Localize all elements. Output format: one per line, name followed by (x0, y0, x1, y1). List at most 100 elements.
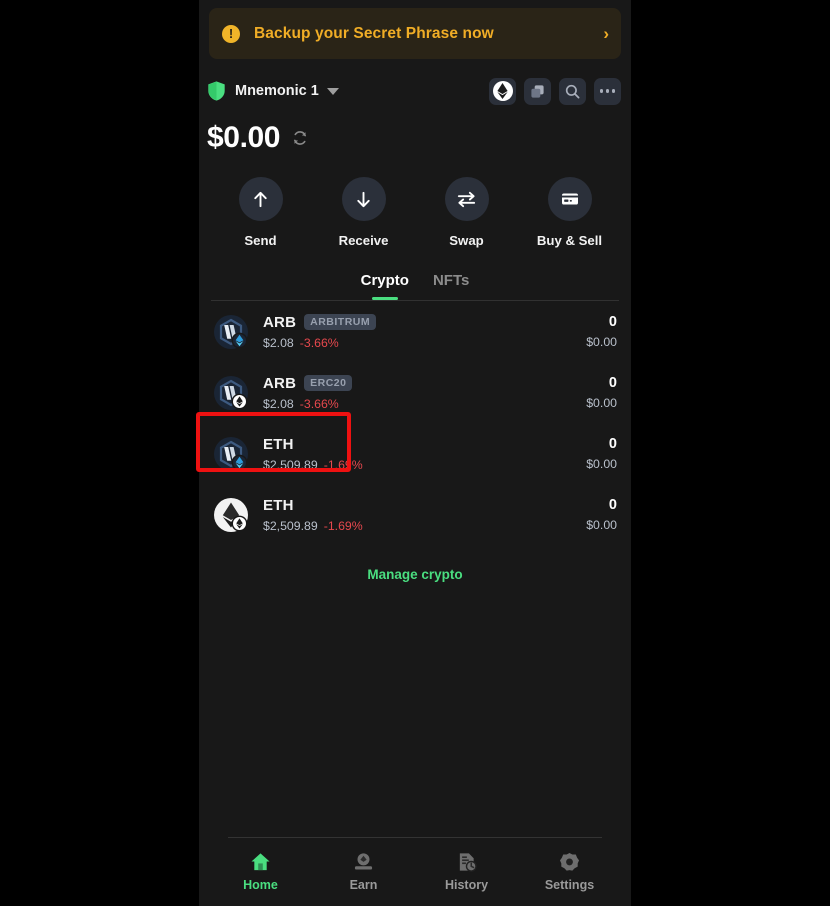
token-amount: 0 (608, 375, 617, 391)
token-amount: 0 (608, 314, 617, 330)
send-button[interactable]: Send (209, 177, 312, 248)
token-balance: 0 $0.00 (586, 497, 621, 532)
token-network-chip: ERC20 (304, 375, 353, 391)
refresh-icon[interactable] (292, 130, 308, 146)
token-title-line: ARB ERC20 (263, 375, 586, 392)
token-fiat-value: $0.00 (586, 396, 617, 410)
token-info: ARB ERC20 $2.08 -3.66% (263, 375, 586, 411)
buy-sell-icon-circle (547, 177, 592, 221)
receive-label: Receive (338, 233, 389, 248)
token-info: ETH $2,509.89 -1.69% (263, 497, 586, 533)
receive-icon-circle (341, 177, 386, 221)
receive-button[interactable]: Receive (312, 177, 415, 248)
quick-actions: Send Receive Swap Buy & Sell (199, 177, 631, 248)
arrow-up-icon (254, 191, 267, 207)
token-balance: 0 $0.00 (586, 375, 621, 410)
alert-icon: ! (222, 24, 240, 43)
bottom-navigation: Home Earn History Settings (199, 838, 631, 906)
copy-address-button[interactable] (524, 77, 551, 105)
token-change: -1.69% (323, 457, 363, 472)
swap-label: Swap (449, 233, 484, 248)
tab-crypto[interactable]: Crypto (361, 272, 409, 300)
token-price: $2,509.89 (263, 518, 318, 533)
swap-button[interactable]: Swap (415, 177, 518, 248)
nav-item-home[interactable]: Home (209, 852, 312, 892)
chevron-down-icon[interactable] (326, 87, 339, 95)
token-change: -1.69% (323, 518, 363, 533)
token-symbol: ETH (263, 496, 294, 514)
screenshot-root: ! Backup your Secret Phrase now › Mnemon… (0, 0, 830, 906)
token-list: ARB ARBITRUM $2.08 -3.66% 0 $0.00 ARB ER… (199, 301, 631, 545)
token-change: -3.66% (299, 335, 339, 350)
token-fiat-value: $0.00 (586, 457, 617, 471)
token-amount: 0 (608, 497, 617, 513)
nav-label-settings: Settings (544, 878, 595, 892)
total-balance: $0.00 (207, 121, 281, 154)
search-icon (565, 84, 580, 98)
token-change: -3.66% (299, 396, 339, 411)
nav-label-home: Home (243, 878, 278, 892)
token-network-chip: ARBITRUM (304, 314, 377, 330)
nav-item-history[interactable]: History (415, 852, 518, 892)
token-price: $2.08 (263, 335, 294, 350)
search-button[interactable] (559, 77, 586, 105)
token-title-line: ARB ARBITRUM (263, 314, 586, 331)
token-price: $2,509.89 (263, 457, 318, 472)
tab-nfts[interactable]: NFTs (433, 272, 469, 300)
ethereum-network-button[interactable] (489, 77, 516, 105)
token-info: ARB ARBITRUM $2.08 -3.66% (263, 314, 586, 350)
nav-item-earn[interactable]: Earn (312, 852, 415, 892)
earn-icon (354, 853, 373, 870)
token-row-eth-arbitrum[interactable]: ETH $2,509.89 -1.69% 0 $0.00 (209, 423, 621, 484)
backup-secret-phrase-banner[interactable]: ! Backup your Secret Phrase now › (209, 8, 621, 59)
token-row-arb-erc20[interactable]: ARB ERC20 $2.08 -3.66% 0 $0.00 (209, 362, 621, 423)
nav-label-history: History (444, 878, 489, 892)
more-dots-icon (599, 89, 616, 93)
copy-icon (531, 84, 544, 98)
token-balance: 0 $0.00 (586, 436, 621, 471)
chevron-right-icon: › (603, 23, 609, 43)
token-balance: 0 $0.00 (586, 314, 621, 349)
arbitrum-token-icon (214, 375, 248, 410)
token-info: ETH $2,509.89 -1.69% (263, 436, 586, 472)
buy-sell-label: Buy & Sell (536, 233, 603, 248)
banner-text: Backup your Secret Phrase now (254, 24, 494, 42)
wallet-app-viewport: ! Backup your Secret Phrase now › Mnemon… (199, 0, 631, 906)
token-amount: 0 (608, 436, 617, 452)
token-price-line: $2,509.89 -1.69% (263, 519, 586, 533)
token-title-line: ETH (263, 497, 586, 514)
swap-arrows-icon (457, 191, 476, 207)
ethereum-token-icon (214, 497, 248, 532)
token-price-line: $2.08 -3.66% (263, 336, 586, 350)
more-options-button[interactable] (594, 77, 621, 105)
buy-sell-button[interactable]: Buy & Sell (518, 177, 621, 248)
token-fiat-value: $0.00 (586, 335, 617, 349)
history-icon (459, 853, 477, 872)
manage-crypto-link[interactable]: Manage crypto (199, 567, 631, 582)
arbitrum-token-icon (214, 436, 248, 471)
token-title-line: ETH (263, 436, 586, 453)
account-name[interactable]: Mnemonic 1 (235, 83, 319, 99)
balance-section: $0.00 (199, 121, 631, 155)
token-price-line: $2,509.89 -1.69% (263, 458, 586, 472)
token-price-line: $2.08 -3.66% (263, 397, 586, 411)
nav-label-earn: Earn (349, 878, 378, 892)
arrow-down-icon (357, 191, 370, 207)
arbitrum-token-icon (214, 314, 248, 349)
send-icon-circle (238, 177, 283, 221)
token-symbol: ETH (263, 435, 294, 453)
token-price: $2.08 (263, 396, 294, 411)
settings-gear-icon (559, 852, 580, 871)
asset-tabs: Crypto NFTs (199, 272, 631, 300)
token-row-arb-arbitrum[interactable]: ARB ARBITRUM $2.08 -3.66% 0 $0.00 (209, 301, 621, 362)
swap-icon-circle (444, 177, 489, 221)
token-fiat-value: $0.00 (586, 518, 617, 532)
token-symbol: ARB (263, 313, 297, 331)
nav-item-settings[interactable]: Settings (518, 852, 621, 892)
token-row-eth-native[interactable]: ETH $2,509.89 -1.69% 0 $0.00 (209, 484, 621, 545)
home-icon (251, 853, 270, 871)
credit-card-icon (561, 193, 578, 205)
token-symbol: ARB (263, 374, 297, 392)
send-label: Send (244, 233, 277, 248)
